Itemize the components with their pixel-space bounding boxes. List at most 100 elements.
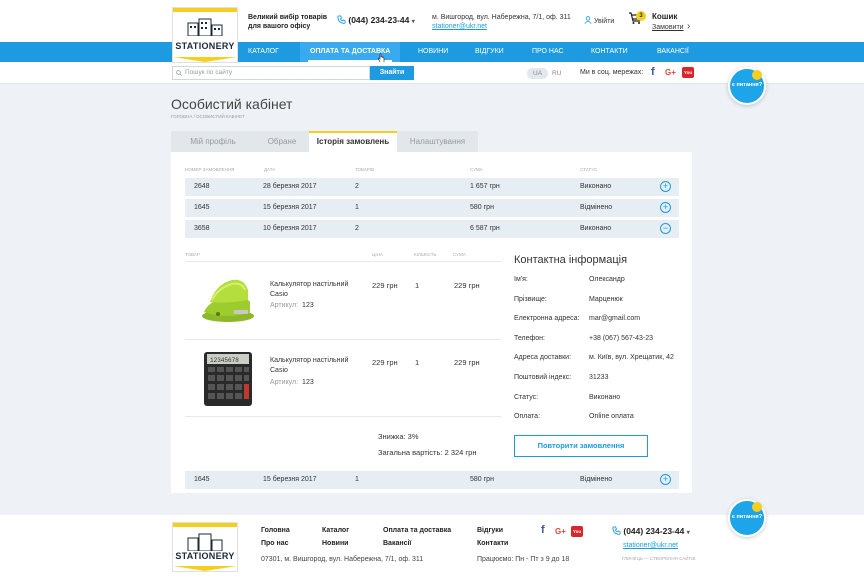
footer-link-payment[interactable]: Оплата та доставка bbox=[383, 527, 451, 534]
cart-order-link[interactable]: Замовити bbox=[652, 24, 684, 31]
col-header-sum: Сума bbox=[470, 167, 483, 172]
logo[interactable]: STATIONERY bbox=[172, 7, 238, 63]
footer-email-link[interactable]: stationer@ukr.net bbox=[623, 542, 678, 549]
order-row[interactable]: 2648 28 березня 2017 2 1 657 грн Виконан… bbox=[185, 178, 679, 196]
contact-label: Адреса доставки: bbox=[514, 354, 572, 361]
contact-label: Поштовий індекс: bbox=[514, 374, 572, 381]
promo-line-1: Великий вибір товарів bbox=[248, 14, 328, 21]
divider bbox=[185, 261, 501, 262]
developer-credit[interactable]: ГЛИНЕЦЬ — СТВОРЕННЯ САЙТІВ bbox=[622, 556, 696, 561]
footer-link-catalog[interactable]: Каталог bbox=[322, 527, 349, 534]
col-header-items: Товарів bbox=[355, 167, 375, 172]
total-text: Загальна вартість: 2 324 грн bbox=[378, 448, 477, 457]
item-sum: 229 грн bbox=[454, 358, 480, 367]
order-qty: 2 bbox=[355, 183, 359, 190]
login-label: Увійти bbox=[593, 18, 615, 25]
order-qty: 2 bbox=[355, 225, 359, 232]
login-link[interactable]: Увійти bbox=[584, 16, 614, 25]
lang-ru[interactable]: RU bbox=[546, 68, 567, 79]
youtube-icon[interactable]: You bbox=[571, 526, 583, 537]
header-promo: Великий вибір товарів для вашого офісу bbox=[248, 13, 338, 31]
phone-icon bbox=[752, 502, 762, 512]
facebook-icon[interactable]: f bbox=[541, 524, 545, 536]
header-email-link[interactable]: stationer@ukr.net bbox=[432, 23, 487, 30]
callback-bubble[interactable]: є питання? bbox=[728, 499, 766, 537]
lang-ua[interactable]: UA bbox=[527, 68, 549, 79]
footer-address: 07301, м. Вишгород, вул. Набережна, 7/1,… bbox=[261, 556, 424, 563]
order-status: Виконано bbox=[580, 225, 612, 232]
nav-item-about[interactable]: Про нас bbox=[532, 42, 564, 62]
divider bbox=[185, 416, 501, 417]
collapse-minus-icon[interactable]: − bbox=[660, 223, 671, 234]
order-row[interactable]: 1645 15 березня 2017 1 580 грн Відмінено… bbox=[185, 199, 679, 217]
cart-count-badge: 3 bbox=[636, 11, 646, 21]
calculator-image: 12345678 bbox=[204, 352, 252, 406]
expand-plus-icon[interactable]: + bbox=[660, 474, 671, 485]
expand-plus-icon[interactable]: + bbox=[660, 202, 671, 213]
phone-icon bbox=[752, 70, 762, 80]
footer-link-home[interactable]: Головна bbox=[261, 527, 290, 534]
contact-value: +38 (067) 567-43-23 bbox=[589, 335, 654, 342]
nav-item-news[interactable]: Новини bbox=[418, 42, 448, 62]
footer-logo[interactable]: STATIONERY bbox=[172, 522, 238, 572]
facebook-icon[interactable]: f bbox=[651, 66, 655, 78]
col-header-date: Дата bbox=[264, 167, 276, 172]
product-name[interactable]: Калькулятор настільний Casio bbox=[270, 356, 348, 376]
nav-item-vacancies[interactable]: Вакансії bbox=[657, 42, 689, 62]
nav-item-catalog[interactable]: Каталог bbox=[248, 42, 279, 62]
order-number: 3658 bbox=[194, 225, 210, 232]
logo-text: STATIONERY bbox=[175, 551, 235, 561]
promo-line-2: для вашого офісу bbox=[248, 23, 311, 30]
contact-value: 31233 bbox=[589, 374, 609, 381]
nav-item-reviews[interactable]: Відгуки bbox=[475, 42, 504, 62]
footer-link-about[interactable]: Про нас bbox=[261, 540, 289, 547]
search-icon bbox=[176, 70, 182, 76]
chevron-down-icon[interactable]: ▾ bbox=[412, 19, 415, 25]
tab-settings[interactable]: Налаштування bbox=[397, 131, 478, 152]
contact-label: Статус: bbox=[514, 394, 539, 401]
footer-link-news[interactable]: Новини bbox=[322, 540, 348, 547]
tab-my-profile[interactable]: Мій профіль bbox=[171, 131, 255, 152]
product-sku: Артикул: 123 bbox=[270, 302, 314, 309]
callback-bubble[interactable]: є питання? bbox=[728, 67, 766, 105]
order-row-expanded[interactable]: 3658 10 березня 2017 2 6 587 грн Виконан… bbox=[185, 220, 679, 238]
contact-value: mar@gmail.com bbox=[589, 315, 641, 322]
nav-item-payment-delivery[interactable]: Оплата та доставка bbox=[300, 42, 401, 62]
header-phone-number: (044) 234-23-44 bbox=[348, 15, 410, 25]
search-placeholder: Пошук по сайту bbox=[185, 69, 233, 76]
item-sum: 229 грн bbox=[454, 281, 480, 290]
callback-label: є питання? bbox=[731, 82, 763, 88]
header-phone[interactable]: (044) 234-23-44 ▾ bbox=[337, 15, 415, 25]
order-row[interactable]: 1645 15 березня 2017 1 580 грн Відмінено… bbox=[185, 471, 679, 489]
youtube-icon[interactable]: You bbox=[682, 67, 694, 78]
tab-order-history[interactable]: Історія замовлень bbox=[309, 131, 397, 152]
repeat-order-button[interactable]: Повторити замовлення bbox=[514, 435, 648, 457]
footer-phone[interactable]: (044) 234-23-44 ▾ bbox=[612, 526, 690, 536]
item-qty: 1 bbox=[415, 358, 420, 367]
order-sum: 580 грн bbox=[470, 476, 494, 483]
order-sum: 580 грн bbox=[470, 204, 494, 211]
google-plus-icon[interactable]: G+ bbox=[555, 527, 566, 536]
contact-label: Прізвище: bbox=[514, 296, 547, 303]
nav-item-contacts[interactable]: Контакти bbox=[591, 42, 628, 62]
tab-favorites[interactable]: Обране bbox=[255, 131, 309, 152]
user-icon bbox=[584, 16, 592, 24]
order-number: 1645 bbox=[194, 476, 210, 483]
footer-link-reviews[interactable]: Відгуки bbox=[477, 527, 503, 534]
chevron-right-icon[interactable]: › bbox=[687, 21, 690, 32]
google-plus-icon[interactable]: G+ bbox=[665, 68, 676, 77]
expand-plus-icon[interactable]: + bbox=[660, 181, 671, 192]
order-date: 15 березня 2017 bbox=[263, 476, 317, 483]
contact-label: Електронна адреса: bbox=[514, 315, 580, 322]
search-button[interactable]: Знайти bbox=[370, 66, 414, 80]
cart-title: Кошик bbox=[652, 12, 678, 21]
phone-icon bbox=[337, 15, 346, 24]
footer-link-contacts[interactable]: Контакти bbox=[477, 540, 508, 547]
breadcrumb[interactable]: Головна / Особистий кабінет bbox=[171, 114, 245, 119]
product-name[interactable]: Калькулятор настільний Casio bbox=[270, 280, 348, 300]
chevron-down-icon[interactable]: ▾ bbox=[687, 530, 690, 536]
search-input[interactable]: Пошук по сайту bbox=[172, 66, 370, 80]
item-header-product: Товар bbox=[185, 252, 200, 257]
footer-link-vacancies[interactable]: Вакансії bbox=[383, 540, 411, 547]
contact-label: Телефон: bbox=[514, 335, 545, 342]
